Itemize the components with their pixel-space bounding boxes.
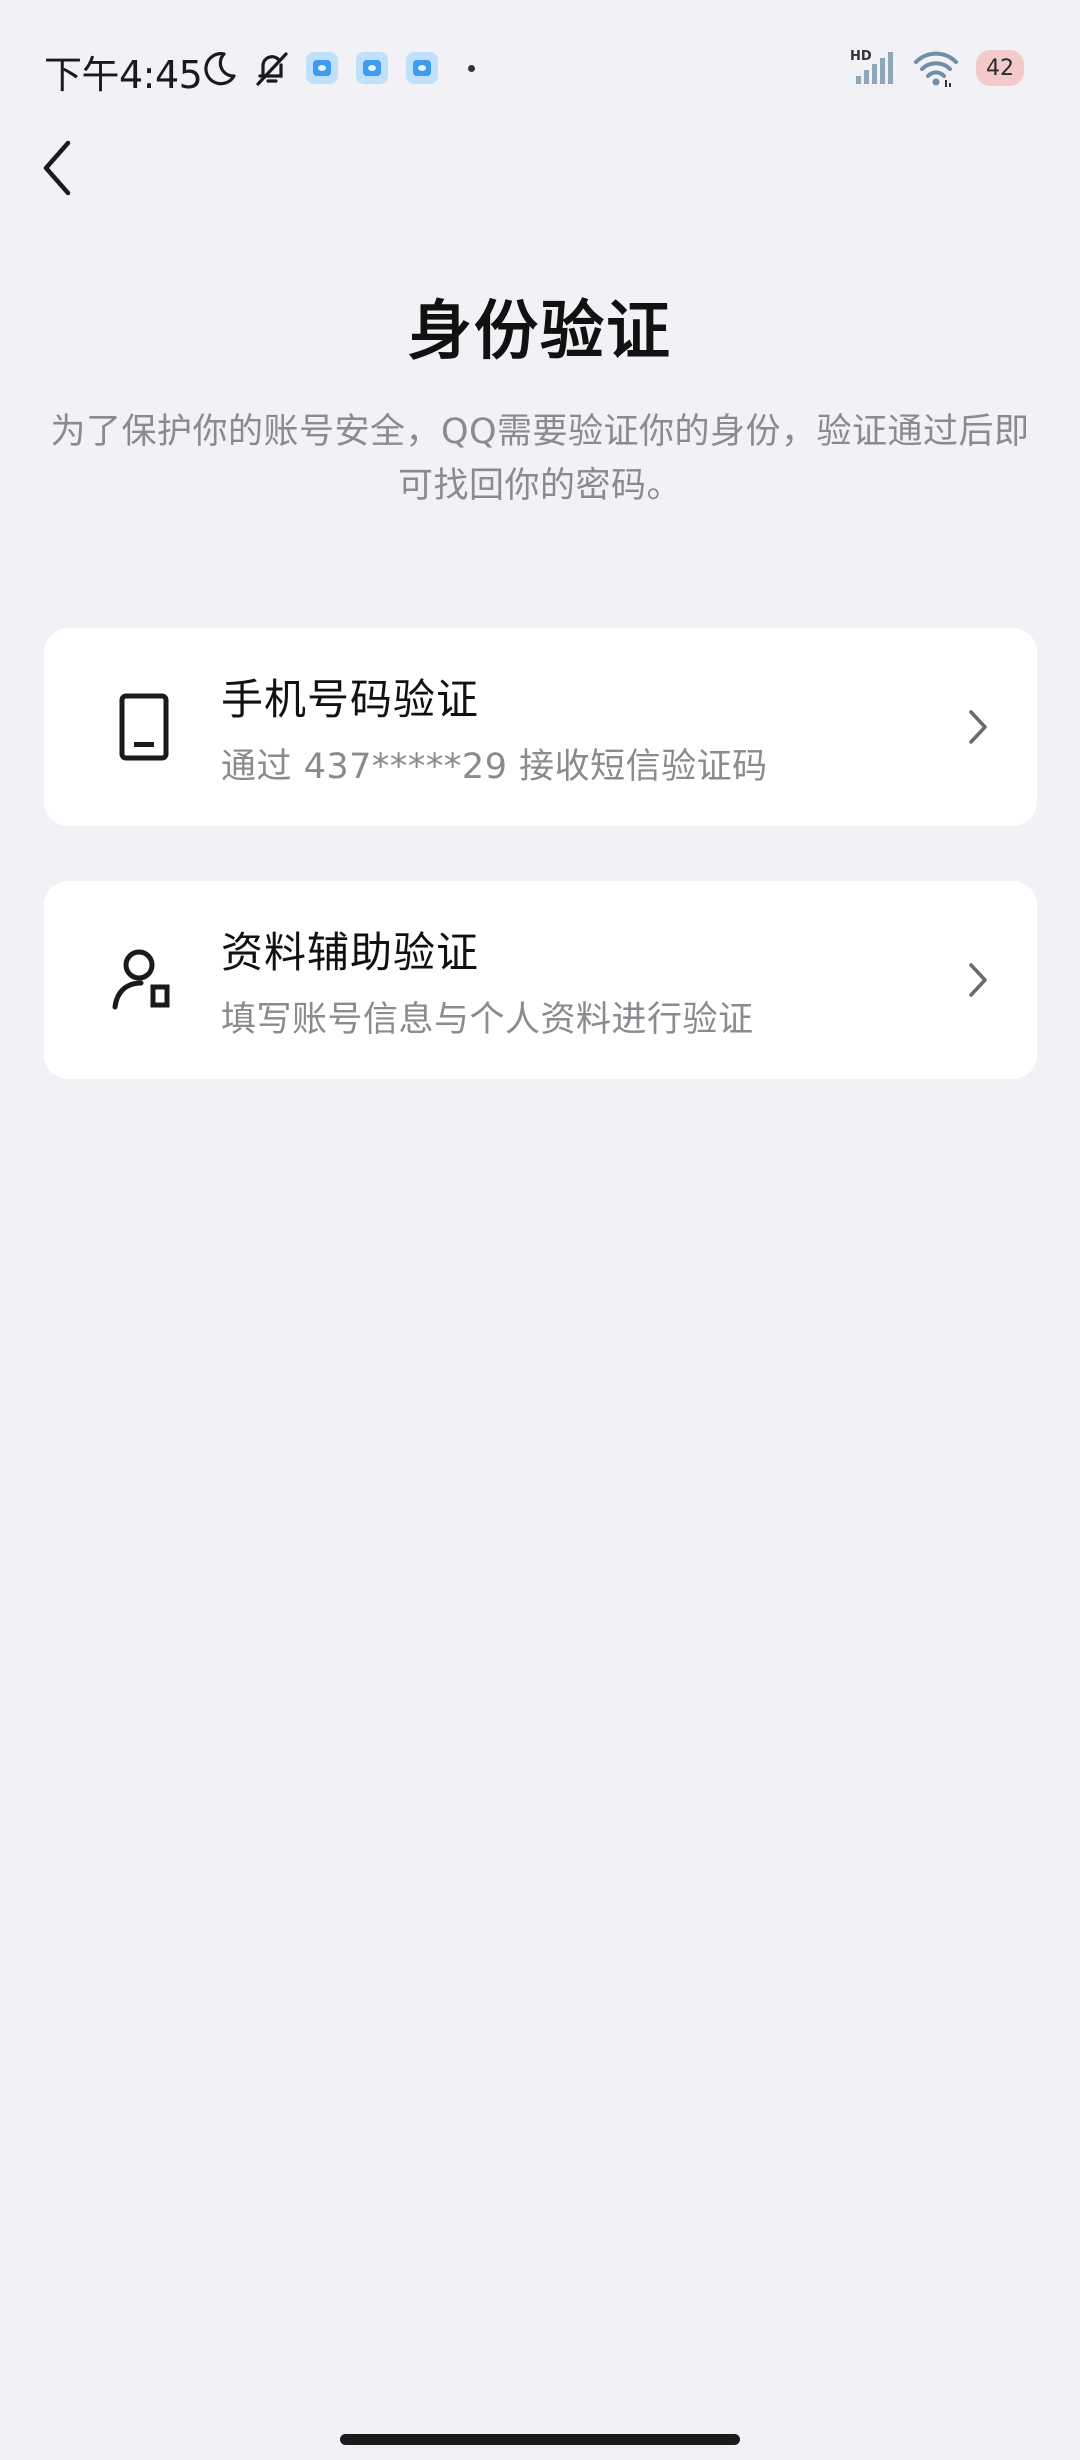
option-title: 手机号码验证 <box>221 675 480 724</box>
status-bar: 下午4:45 HD 42 <box>0 0 1080 130</box>
chevron-right-icon <box>969 963 987 997</box>
network-label: HD <box>850 49 872 64</box>
page-description: 为了保护你的账号安全，QQ需要验证你的身份，验证通过后即可找回你的密码。 <box>50 412 1030 506</box>
identity-verification-page: 下午4:45 HD 42 身份验证 为了保护你的账号安全，QQ需要验证你的身份，… <box>0 0 1080 2460</box>
home-indicator[interactable] <box>340 2434 740 2445</box>
chevron-left-icon <box>43 140 71 196</box>
page-title: 身份验证 <box>408 295 672 369</box>
user-info-icon <box>100 936 188 1024</box>
app-notification-icon <box>406 52 438 84</box>
phone-icon <box>100 683 188 771</box>
status-time: 下午4:45 <box>44 53 203 97</box>
option-subtitle: 通过 437*****29 接收短信验证码 <box>221 747 768 787</box>
phone-verification-option[interactable]: 手机号码验证 通过 437*****29 接收短信验证码 <box>44 628 1037 826</box>
moon-icon <box>204 52 236 86</box>
bell-off-icon <box>256 52 288 86</box>
profile-verification-option[interactable]: 资料辅助验证 填写账号信息与个人资料进行验证 <box>44 881 1037 1079</box>
app-notification-icon <box>306 52 338 84</box>
option-title: 资料辅助验证 <box>221 928 480 977</box>
wifi-icon <box>914 51 958 87</box>
back-button[interactable] <box>26 132 90 204</box>
chevron-right-icon <box>969 710 987 744</box>
option-subtitle: 填写账号信息与个人资料进行验证 <box>221 1000 754 1040</box>
battery-icon: 42 <box>976 50 1024 86</box>
signal-icon: HD <box>850 49 893 84</box>
app-notification-icon <box>356 52 388 84</box>
battery-level: 42 <box>986 55 1014 81</box>
more-notifications-dot <box>468 65 475 72</box>
